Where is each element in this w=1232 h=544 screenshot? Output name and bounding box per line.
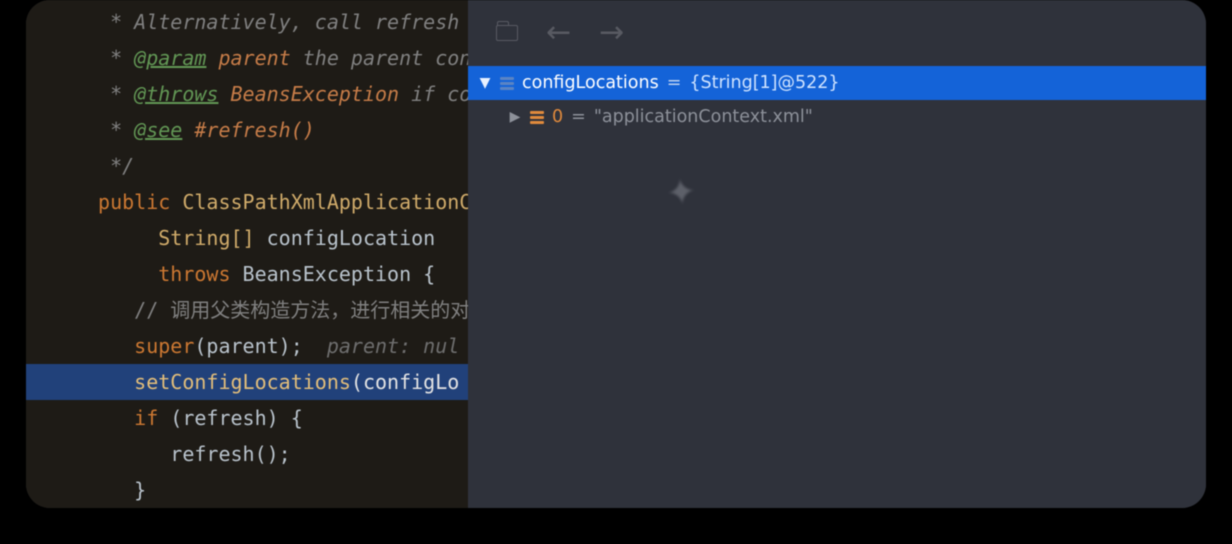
code-line: * @see #refresh(): [26, 112, 468, 148]
code-line: * @param parent the parent con: [26, 40, 468, 76]
code-line: * @throws BeansException if co: [26, 76, 468, 112]
variable-index: 0: [552, 107, 563, 127]
code-line: super(parent); parent: nul: [26, 328, 468, 364]
variable-name: configLocations: [522, 73, 659, 93]
code-line: throws BeansException {: [26, 256, 468, 292]
javadoc-param-name: parent: [218, 46, 290, 70]
type-name: String[]: [158, 226, 254, 250]
method-arg: (configLo: [351, 370, 459, 394]
javadoc-exception: BeansException: [231, 82, 400, 106]
javadoc-ref: #refresh(): [194, 118, 314, 142]
keyword-public: public: [98, 190, 170, 214]
inline-hint: parent: nul: [303, 334, 460, 358]
debugger-panel[interactable]: ← → ▼ configLocations = {String[1]@522} …: [468, 0, 1206, 508]
code-line: if (refresh) {: [26, 400, 468, 436]
folder-icon[interactable]: [496, 25, 518, 41]
code-line: */: [26, 148, 468, 184]
javadoc-tag: @throws: [134, 82, 218, 106]
keyword-super: super: [134, 334, 194, 358]
expand-toggle-icon[interactable]: ▶: [508, 109, 522, 125]
array-icon: [500, 77, 514, 90]
parameter-name: configLocation: [267, 226, 436, 250]
ide-window: * Alternatively, call refresh * @param p…: [26, 0, 1206, 508]
class-name: ClassPathXmlApplicationC: [182, 190, 468, 214]
code-line: refresh();: [26, 436, 468, 472]
nav-forward-button[interactable]: →: [599, 18, 624, 48]
code-editor[interactable]: * Alternatively, call refresh * @param p…: [26, 0, 468, 508]
debugger-toolbar: ← →: [468, 0, 1206, 66]
exception-type: BeansException: [243, 262, 412, 286]
expand-toggle-icon[interactable]: ▼: [478, 75, 492, 91]
javadoc-text: * Alternatively, call refresh: [110, 10, 459, 34]
keyword-if: if: [134, 406, 158, 430]
variable-value: "applicationContext.xml": [594, 107, 813, 127]
code-line: // 调用父类构造方法，进行相关的对: [26, 292, 468, 328]
code-line: public ClassPathXmlApplicationC: [26, 184, 468, 220]
array-item-icon: [530, 111, 544, 124]
javadoc-tag: @param: [134, 46, 206, 70]
code-line: * Alternatively, call refresh: [26, 4, 468, 40]
variable-value: {String[1]@522}: [689, 73, 839, 93]
keyword-throws: throws: [158, 262, 230, 286]
code-line-current[interactable]: setConfigLocations(configLo: [26, 364, 468, 400]
variable-row-configlocations[interactable]: ▼ configLocations = {String[1]@522}: [468, 66, 1206, 100]
code-line: }: [26, 472, 468, 508]
nav-back-button[interactable]: ←: [546, 18, 571, 48]
code-line: String[] configLocation: [26, 220, 468, 256]
variable-row-child[interactable]: ▶ 0 = "applicationContext.xml": [468, 100, 1206, 134]
method-call: setConfigLocations: [134, 370, 351, 394]
method-call: refresh();: [170, 442, 290, 466]
comment-chinese: // 调用父类构造方法，进行相关的对: [134, 298, 468, 322]
javadoc-tag: @see: [134, 118, 182, 142]
